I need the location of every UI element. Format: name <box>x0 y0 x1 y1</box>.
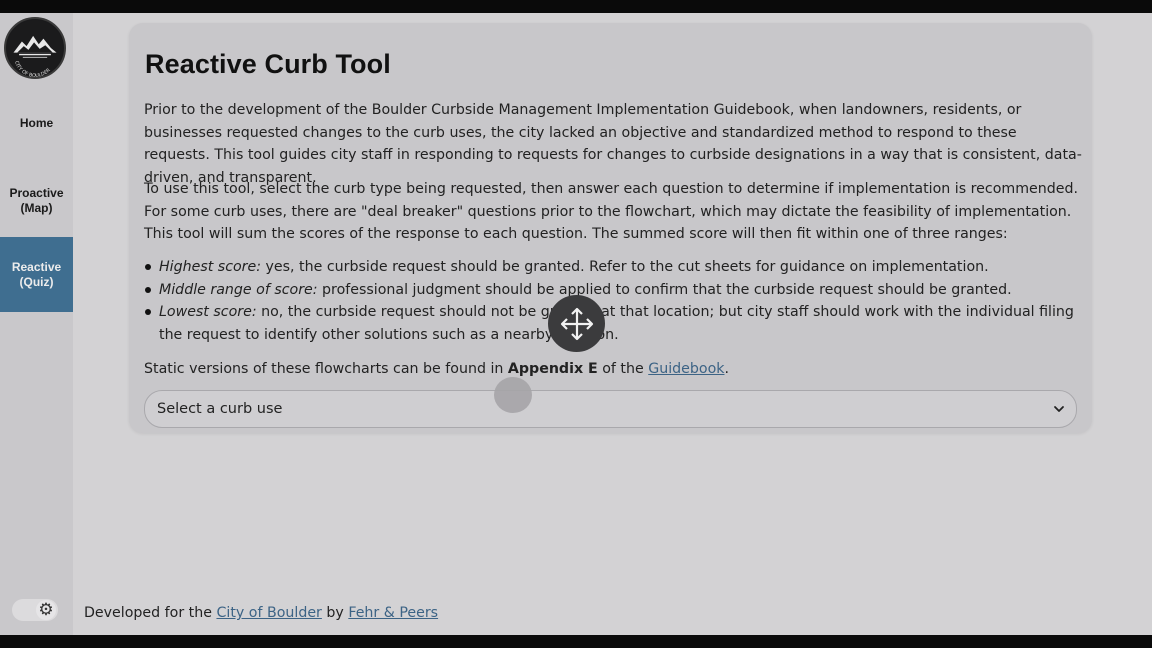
sidebar-item-label: Proactive <box>9 186 64 200</box>
curb-use-select[interactable]: Select a curb use <box>144 390 1077 428</box>
static-versions-note: Static versions of these flowcharts can … <box>144 361 729 377</box>
city-of-boulder-link[interactable]: City of Boulder <box>216 605 321 621</box>
fehr-peers-link[interactable]: Fehr & Peers <box>348 605 438 621</box>
gear-icon: ⚙ <box>36 600 56 620</box>
move-cursor-icon <box>548 295 605 352</box>
settings-toggle[interactable]: ⚙ <box>12 599 58 621</box>
chevron-down-icon <box>1054 406 1064 412</box>
sidebar-item-proactive-map[interactable]: Proactive (Map) <box>0 181 73 221</box>
sidebar-item-label: Home <box>19 115 54 130</box>
click-indicator <box>494 377 532 413</box>
city-of-boulder-logo[interactable]: CITY OF BOULDER <box>4 17 66 79</box>
sidebar-item-label: Reactive <box>11 259 62 274</box>
sidebar-item-reactive-quiz[interactable]: Reactive (Quiz) <box>0 237 73 312</box>
intro-paragraph: Prior to the development of the Boulder … <box>144 102 1082 186</box>
list-item-lowest-score: Lowest score: no, the curbside request s… <box>144 301 1084 346</box>
guidebook-link[interactable]: Guidebook <box>648 361 724 377</box>
reactive-curb-tool-card: Reactive Curb Tool Prior to the developm… <box>129 23 1092 433</box>
page-title: Reactive Curb Tool <box>145 49 391 79</box>
score-ranges-list: Highest score: yes, the curbside request… <box>144 256 1084 346</box>
select-value: Select a curb use <box>157 401 283 417</box>
app-frame: CITY OF BOULDER Home Proactive (Map) Rea… <box>0 13 1152 635</box>
instructions-paragraph: To use this tool, select the curb type b… <box>144 181 1078 242</box>
list-item-middle-score: Middle range of score: professional judg… <box>144 279 1084 302</box>
sidebar-item-sublabel: (Quiz) <box>19 274 54 289</box>
sidebar-item-home[interactable]: Home <box>0 109 73 137</box>
mountain-logo-icon: CITY OF BOULDER <box>6 19 64 77</box>
sidebar-item-sublabel: (Map) <box>20 201 53 215</box>
sidebar: CITY OF BOULDER Home Proactive (Map) Rea… <box>0 13 73 635</box>
list-item-highest-score: Highest score: yes, the curbside request… <box>144 256 1084 279</box>
footer-credits: Developed for the City of Boulder by Feh… <box>84 605 439 621</box>
